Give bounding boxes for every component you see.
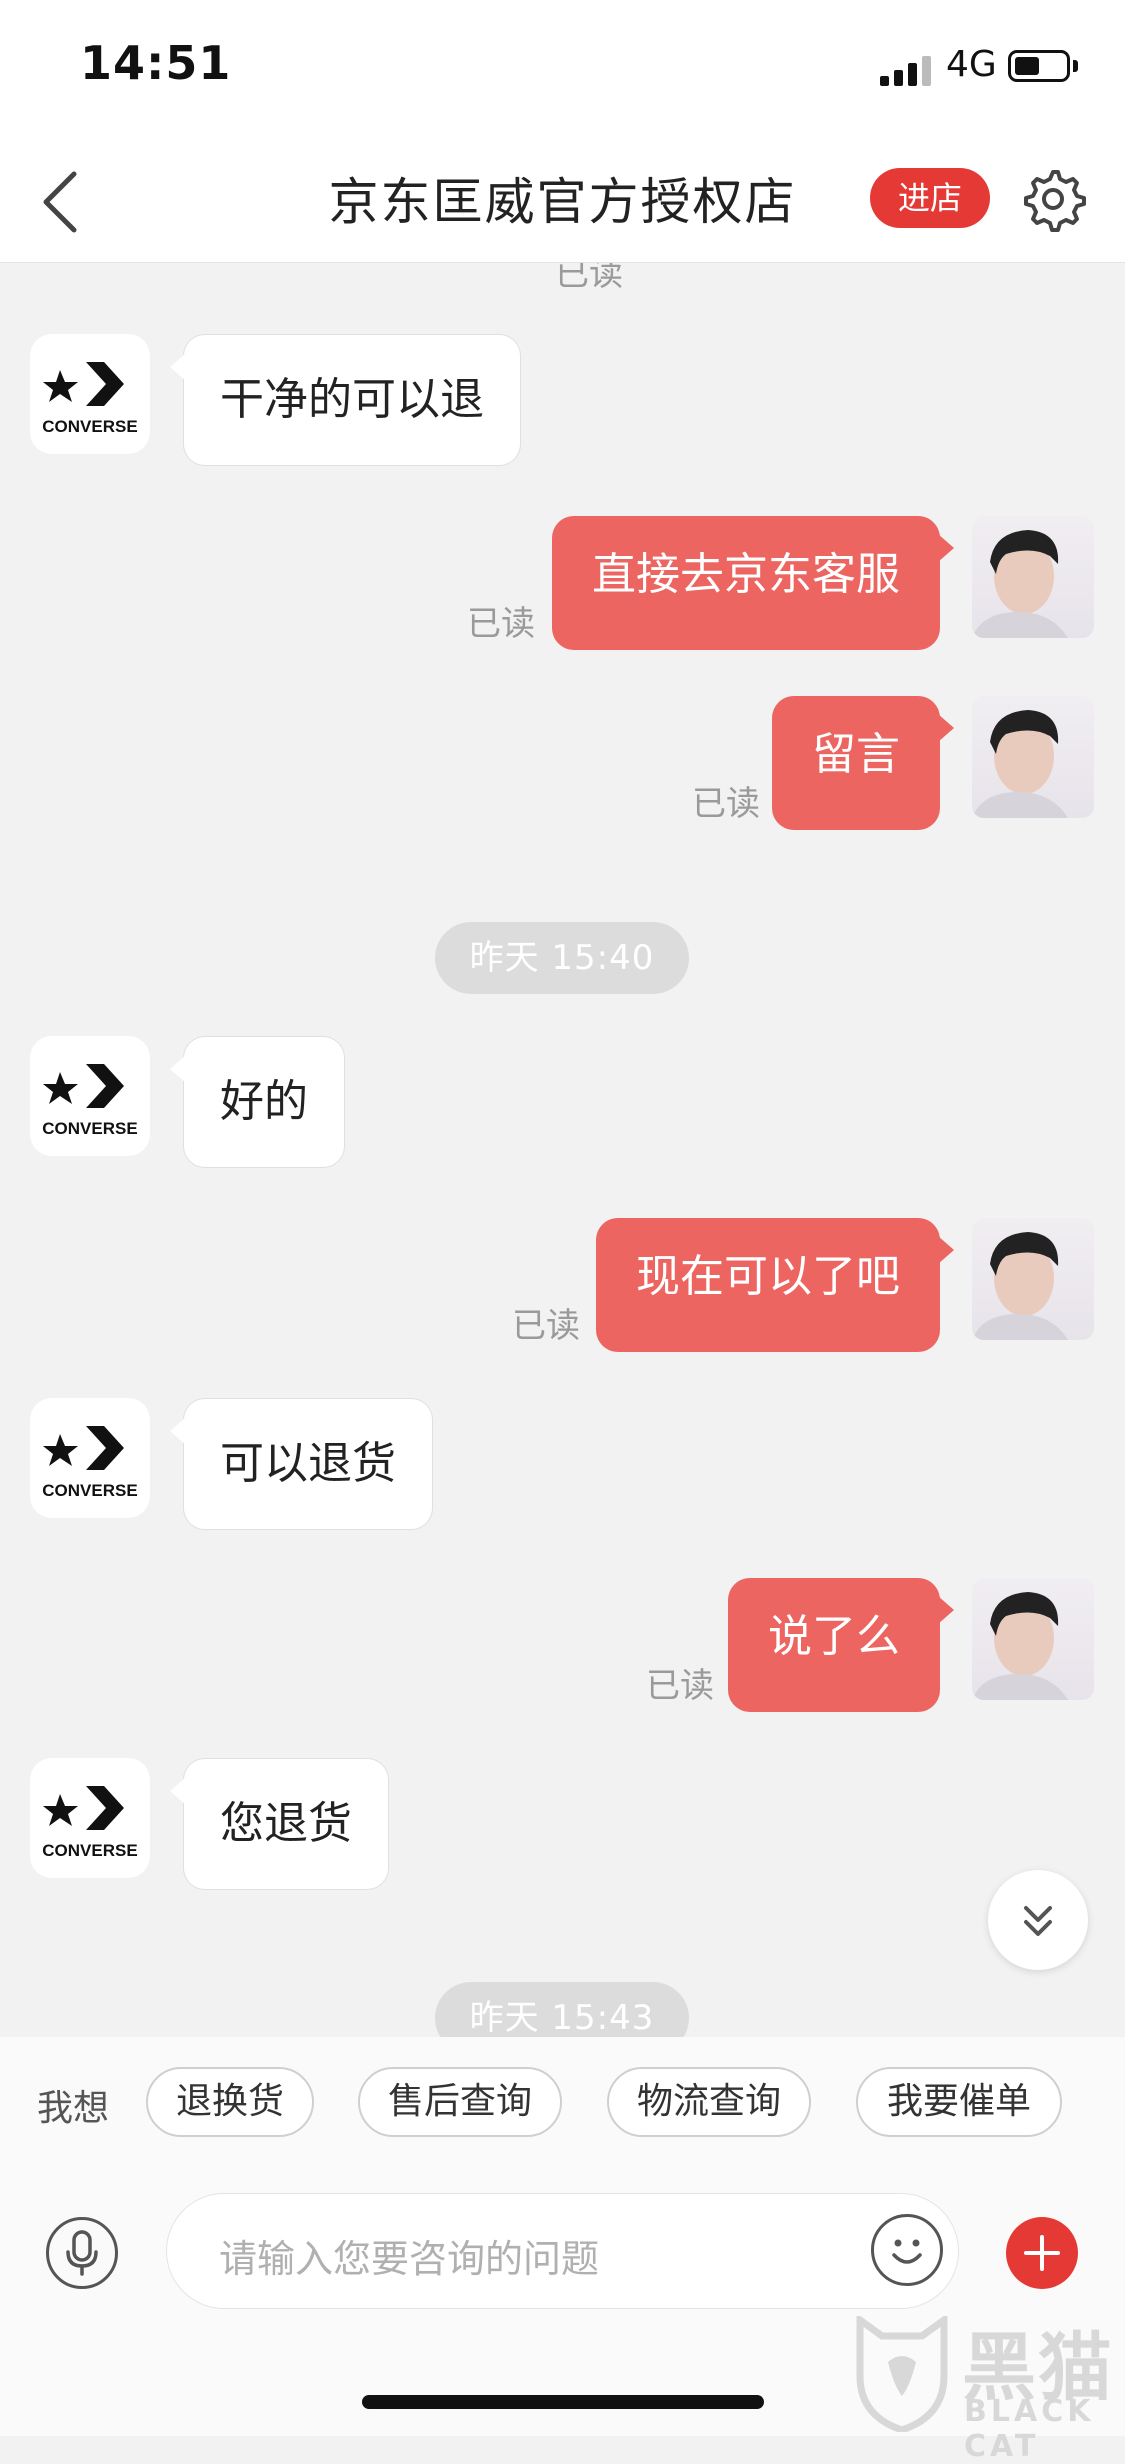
- scroll-to-bottom-button[interactable]: [988, 1870, 1088, 1970]
- shop-logo-text: CONVERSE: [42, 1119, 137, 1138]
- shop-avatar[interactable]: CONVERSE: [30, 1398, 150, 1518]
- gear-icon: [1024, 170, 1086, 232]
- message-bubble-in[interactable]: 好的: [170, 1036, 345, 1168]
- user-photo: [972, 530, 1068, 638]
- timestamp-chip: 昨天 15:43: [435, 1982, 689, 2037]
- user-avatar[interactable]: [972, 696, 1094, 818]
- shop-avatar[interactable]: CONVERSE: [30, 1036, 150, 1156]
- network-type: 4G: [946, 44, 997, 85]
- microphone-icon: [66, 2230, 98, 2276]
- converse-logo-icon: CONVERSE: [42, 1064, 138, 1138]
- message-bubble-out[interactable]: 留言: [772, 696, 954, 830]
- quick-reply-return[interactable]: 退换货: [146, 2067, 314, 2137]
- read-status: 已读: [692, 784, 760, 824]
- watermark: 黑猫 BLACK CAT: [852, 2316, 1122, 2464]
- user-avatar[interactable]: [972, 1218, 1094, 1340]
- message-bubble-in[interactable]: 您退货: [170, 1758, 389, 1890]
- message-bubble-out[interactable]: 直接去京东客服: [552, 516, 954, 650]
- status-bar: 14:51 4G: [0, 0, 1125, 140]
- user-photo: [972, 710, 1068, 818]
- user-photo: [972, 1592, 1068, 1700]
- user-photo: [972, 1232, 1068, 1340]
- chat-area[interactable]: 已读 CONVERSE 干净的可以退 已读 直接去京东客服 已读 留言 昨天 1…: [0, 262, 1125, 2037]
- nav-bar: 京东匡威官方授权店 进店: [0, 140, 1125, 263]
- message-bubble-in[interactable]: 可以退货: [170, 1398, 433, 1530]
- home-indicator: [362, 2395, 764, 2409]
- emoji-button[interactable]: [871, 2214, 943, 2286]
- black-cat-logo-icon: [856, 2316, 948, 2432]
- quick-reply-bar: 我想 退换货 售后查询 物流查询 我要催单: [0, 2037, 1125, 2167]
- watermark-sub: BLACK CAT: [964, 2394, 1095, 2464]
- enter-shop-button[interactable]: 进店: [870, 168, 990, 228]
- quick-reply-logistics[interactable]: 物流查询: [607, 2067, 811, 2137]
- quick-reply-urge[interactable]: 我要催单: [856, 2067, 1062, 2137]
- shop-logo-text: CONVERSE: [42, 417, 137, 436]
- shop-avatar[interactable]: CONVERSE: [30, 1758, 150, 1878]
- battery-icon: [1008, 50, 1070, 82]
- double-chevron-down-icon: [1024, 1906, 1052, 1936]
- quick-reply-aftersales[interactable]: 售后查询: [358, 2067, 562, 2137]
- read-status: 已读: [467, 604, 535, 644]
- converse-logo-icon: CONVERSE: [42, 362, 138, 436]
- read-status: 已读: [512, 1306, 580, 1346]
- plus-icon: [1024, 2235, 1060, 2271]
- input-placeholder: 请输入您要咨询的问题: [219, 2237, 600, 2281]
- shop-logo-text: CONVERSE: [42, 1841, 137, 1860]
- user-avatar[interactable]: [972, 516, 1094, 638]
- message-bubble-out[interactable]: 现在可以了吧: [596, 1218, 954, 1352]
- more-options-button[interactable]: [1006, 2217, 1078, 2289]
- voice-button[interactable]: [46, 2217, 118, 2289]
- battery-cap: [1073, 60, 1078, 72]
- timestamp-chip: 昨天 15:40: [435, 922, 689, 994]
- read-status: 已读: [646, 1666, 714, 1706]
- message-bubble-out[interactable]: 说了么: [728, 1578, 954, 1712]
- shop-logo-text: CONVERSE: [42, 1481, 137, 1500]
- shop-avatar[interactable]: CONVERSE: [30, 334, 150, 454]
- read-status: 已读: [555, 262, 623, 294]
- settings-button[interactable]: [1020, 166, 1086, 232]
- signal-icon: [880, 52, 936, 86]
- converse-logo-icon: CONVERSE: [42, 1786, 138, 1860]
- message-bubble-in[interactable]: 干净的可以退: [170, 334, 521, 466]
- message-input[interactable]: 请输入您要咨询的问题: [166, 2193, 959, 2309]
- converse-logo-icon: CONVERSE: [42, 1426, 138, 1500]
- user-avatar[interactable]: [972, 1578, 1094, 1700]
- quick-reply-label: 我想: [37, 2088, 110, 2129]
- smiley-icon: [892, 2239, 922, 2264]
- status-time: 14:51: [80, 36, 232, 90]
